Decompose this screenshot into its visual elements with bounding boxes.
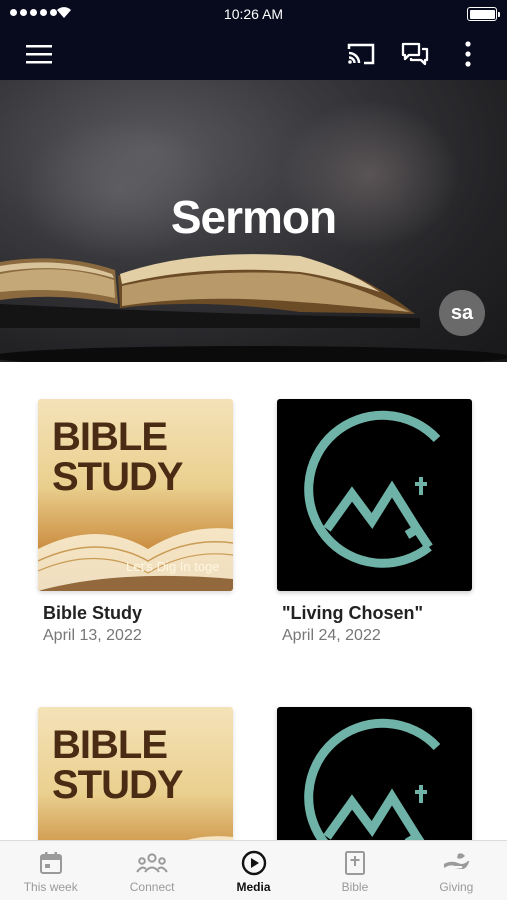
status-bar: 10:26 AM bbox=[0, 0, 507, 28]
media-date: April 24, 2022 bbox=[282, 627, 381, 644]
tab-connect[interactable]: Connect bbox=[101, 841, 202, 900]
more-vertical-icon[interactable] bbox=[450, 36, 486, 72]
battery-icon bbox=[467, 7, 500, 21]
tab-media[interactable]: Media bbox=[203, 841, 304, 900]
bible-icon bbox=[344, 851, 365, 875]
chat-icon[interactable] bbox=[397, 36, 433, 72]
media-item-bible-study[interactable]: BIBLE STUDY Let's Dig In toge Bible Study… bbox=[38, 399, 233, 645]
media-thumbnail bbox=[277, 399, 472, 591]
cast-icon[interactable] bbox=[343, 36, 379, 72]
living-chosen-logo bbox=[304, 410, 441, 568]
sa-logo-badge: sa bbox=[439, 290, 485, 336]
people-icon bbox=[136, 853, 168, 873]
top-nav-bar bbox=[0, 28, 507, 80]
media-thumbnail: BIBLE STUDY Let's Dig In toge bbox=[38, 399, 233, 591]
status-time: 10:26 AM bbox=[223, 6, 284, 22]
menu-icon[interactable] bbox=[21, 36, 57, 72]
media-title: Bible Study bbox=[43, 603, 143, 623]
media-item-living-chosen[interactable]: "Living Chosen" April 24, 2022 bbox=[277, 399, 472, 645]
tab-this-week[interactable]: This week bbox=[0, 841, 101, 900]
media-screen: 10:26 AM Sermon sa BIBLE STUDY Let's Dig… bbox=[0, 0, 507, 900]
hero-title: Sermon bbox=[170, 191, 337, 243]
thumbnail-tagline: Let's Dig In toge bbox=[126, 559, 220, 574]
calendar-icon bbox=[39, 852, 62, 874]
media-title: "Living Chosen" bbox=[282, 603, 424, 623]
play-circle-icon bbox=[241, 850, 266, 876]
giving-hand-icon bbox=[444, 853, 470, 869]
bottom-tab-bar: This week Connect Media Bible Giving bbox=[0, 840, 507, 900]
tab-giving[interactable]: Giving bbox=[406, 841, 507, 900]
open-bible-illustration bbox=[38, 528, 233, 591]
media-date: April 13, 2022 bbox=[43, 627, 142, 644]
tab-bible[interactable]: Bible bbox=[304, 841, 405, 900]
open-book-image bbox=[0, 254, 420, 328]
sermon-hero-banner[interactable]: Sermon sa bbox=[0, 80, 507, 362]
